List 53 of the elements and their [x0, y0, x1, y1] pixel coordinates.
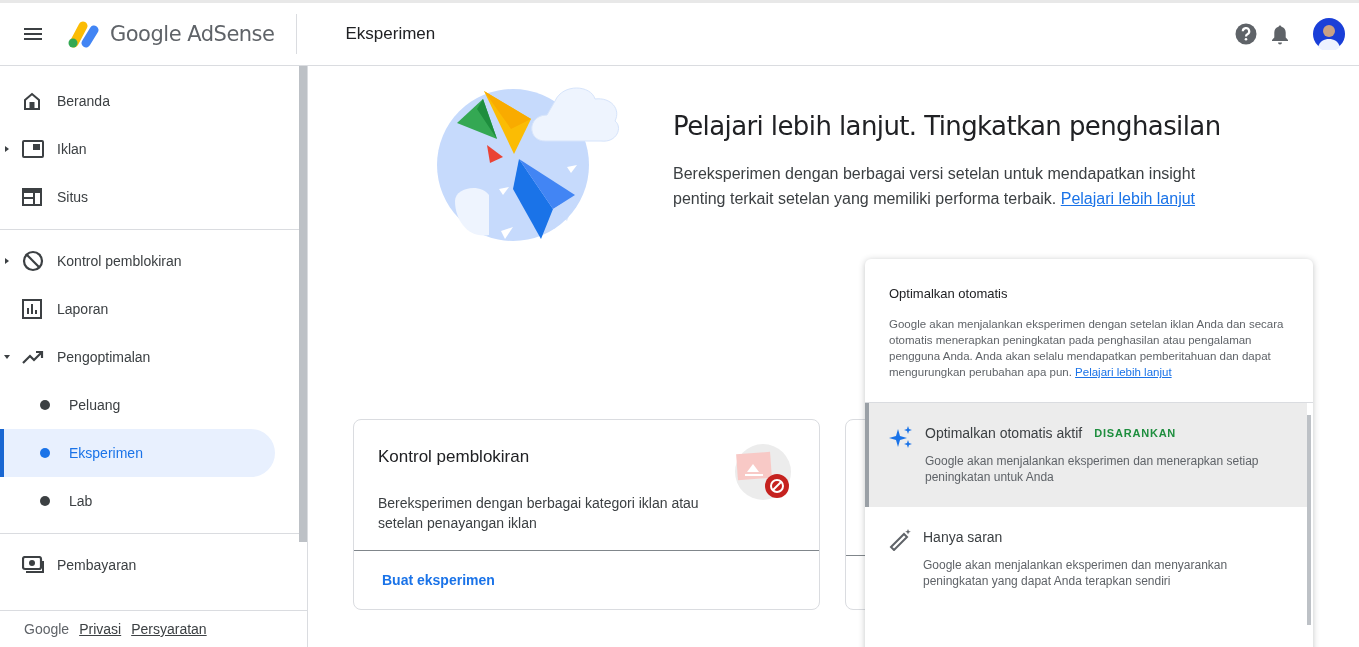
option-title: Hanya saran: [923, 529, 1003, 545]
bullet-icon: [40, 400, 50, 410]
page-title: Eksperimen: [345, 24, 436, 44]
layout-icon: [22, 188, 42, 206]
expand-caret-icon[interactable]: [4, 146, 10, 152]
trending-up-icon: [22, 350, 44, 364]
nav-item[interactable]: Laporan: [0, 285, 299, 333]
nav-item[interactable]: Situs: [0, 173, 299, 221]
footer-link[interactable]: Privasi: [79, 621, 122, 637]
scrollbar-thumb[interactable]: [1307, 415, 1311, 625]
learn-more-link[interactable]: Pelajari lebih lanjut: [1075, 366, 1172, 378]
popup-title: Optimalkan otomatis: [889, 286, 1008, 301]
nav-subitem[interactable]: Peluang: [0, 381, 275, 429]
popup-description: Google akan menjalankan eksperimen dengan setelan iklan Anda dan secara otomatis menerapkan peningkatan pada penghasilan atau pengalaman pengguna Anda. Anda akan selalu mendapatkan pemberitahuan dan dapat mengurungkan perubahan apa pun. Pelajari lebih lanjut: [889, 317, 1285, 380]
nav-item[interactable]: Kontrol pemblokiran: [0, 237, 299, 285]
bullet-icon: [40, 448, 50, 458]
footer-link[interactable]: Persyaratan: [131, 621, 207, 637]
magic-wand-icon: [889, 529, 911, 551]
user-avatar[interactable]: [1313, 18, 1345, 50]
option-item[interactable]: Optimalkan otomatis aktif DISARANKAN Google akan menjalankan eksperimen dan menerapkan setiap peningkatan untuk Anda: [865, 403, 1307, 507]
ad-frame-icon: [22, 140, 44, 158]
sparkle-icon: [889, 425, 913, 449]
option-description: Google akan menjalankan eksperimen dan menerapkan setiap peningkatan untuk Anda: [925, 453, 1260, 485]
expand-caret-icon[interactable]: [4, 354, 10, 360]
footer-brand: Google: [24, 621, 70, 637]
card-title: Kontrol pemblokiran: [378, 447, 531, 467]
help-icon[interactable]: [1235, 23, 1257, 45]
money-icon: [22, 556, 44, 574]
notification-bell-icon[interactable]: [1271, 23, 1289, 45]
nav-item[interactable]: Pembayaran: [0, 541, 299, 589]
create-experiment-link[interactable]: Buat eksperimen: [382, 572, 495, 588]
nav-item[interactable]: Pengoptimalan: [0, 333, 299, 381]
nav-item[interactable]: Iklan: [0, 125, 299, 173]
nav-item[interactable]: Beranda: [0, 77, 299, 125]
product-name: Google AdSense: [110, 22, 275, 46]
option-title: Optimalkan otomatis aktif: [925, 425, 1083, 441]
option-item[interactable]: Hanya saran Google akan menjalankan eksperimen dan menyarankan peningkatan yang dapat Anda terapkan sendiri: [865, 507, 1307, 611]
home-icon: [22, 91, 42, 111]
nav-subitem[interactable]: Eksperimen: [0, 429, 275, 477]
logo-icon: [66, 19, 100, 49]
bar-chart-icon: [22, 299, 42, 319]
expand-caret-icon[interactable]: [4, 258, 10, 264]
card-description: Bereksperimen dengan berbagai kategori iklan atau setelan penayangan iklan: [378, 494, 700, 533]
block-icon: [22, 250, 44, 272]
learn-more-link[interactable]: Pelajari lebih lanjut: [1060, 190, 1196, 207]
menu-icon[interactable]: [24, 27, 44, 41]
nav-subitem[interactable]: Lab: [0, 477, 275, 525]
option-description: Google akan menjalankan eksperimen dan menyarankan peningkatan yang dapat Anda terapkan sendiri: [923, 557, 1229, 589]
scrollbar-thumb[interactable]: [299, 66, 307, 542]
hero-description: Bereksperimen dengan berbagai versi setelan untuk mendapatkan insight penting terkait setelan yang memiliki performa terbaik. Pelajari lebih lanjut: [673, 164, 1197, 209]
hero-title: Pelajari lebih lanjut. Tingkatkan penghasilan: [673, 111, 1222, 141]
bullet-icon: [40, 496, 50, 506]
recommended-label: DISARANKAN: [1094, 427, 1177, 439]
